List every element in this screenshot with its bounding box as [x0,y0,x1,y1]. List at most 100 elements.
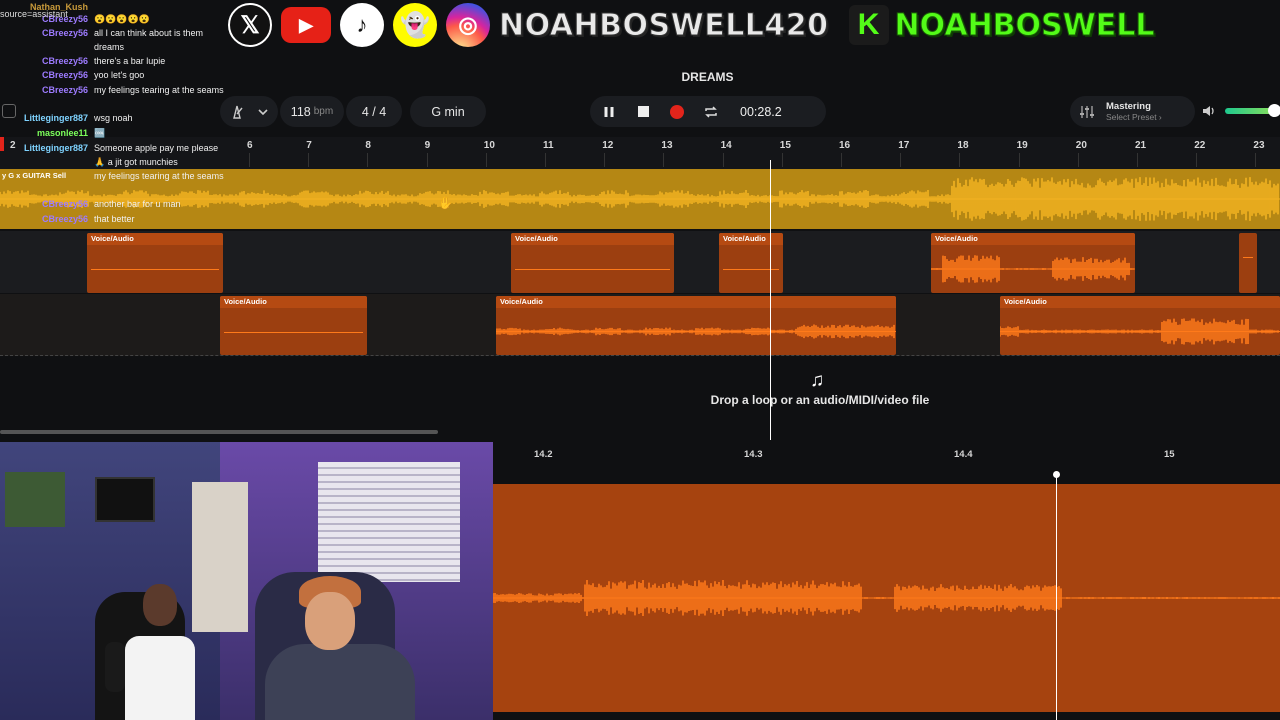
ruler-tick [249,153,250,167]
mastering-preset[interactable]: Select Preset › [1106,112,1162,122]
chat-text [94,0,224,14]
volume-knob[interactable] [1268,104,1280,117]
social-handle: NOAHBOSWELL420 [499,7,829,43]
key-select[interactable]: G min [410,96,486,127]
horizontal-scrollbar[interactable] [0,430,438,434]
waveform [492,580,1280,616]
pause-button[interactable] [592,96,626,127]
track-voice-1[interactable]: Voice/Audio Voice/Audio Voice/Audio Voic… [0,231,1280,293]
ruler-label: 9 [424,140,431,151]
ruler-tick [545,153,546,167]
chat-text: yoo let's goo [94,70,145,80]
streamer-right [265,576,415,720]
playhead[interactable] [770,160,771,440]
sidebar-toggle-icon[interactable] [2,104,16,118]
record-button[interactable] [660,96,694,127]
track-number-badge: 2 [10,140,16,151]
editor-playhead[interactable] [1053,471,1060,720]
audio-clip[interactable]: Voice/Audio [1000,296,1280,355]
timeline-ruler[interactable]: 2 6 7 8 9 10 11 12 13 14 15 16 17 18 19 20 21 22 23 [0,137,1280,169]
ruler-label: 21 [1135,140,1147,151]
ruler-label: 7 [306,140,312,151]
stop-icon [637,106,649,117]
kick-handle: NOAHBOSWELL [894,7,1155,43]
ruler-tick [959,153,961,167]
drop-zone[interactable] [0,358,1280,438]
volume-icon[interactable] [1201,104,1217,118]
track-name-overlay: y G x GUITAR Sell [2,171,67,180]
tempo-unit: bpm [313,106,334,117]
ruler-label: 8 [365,140,371,151]
webcam-feed [0,442,493,720]
chat-message: CBreezy56 yoo let's goo [0,68,224,82]
instagram-icon: ◎ [446,3,490,47]
chat-username: CBreezy56 [41,28,88,38]
youtube-icon: ▶ [281,7,331,43]
ruler-tick [604,153,606,167]
ruler-label: 13 [661,140,673,151]
clip-label: Voice/Audio [220,296,367,308]
tempo-value: 118 [290,104,311,119]
tempo-display[interactable]: 118 bpm [280,96,344,127]
track-color-marker [0,137,4,151]
editor-ruler-label: 14.4 [954,449,973,460]
audio-clip[interactable]: Voice/Audio [511,233,674,293]
editor-ruler-label: 15 [1164,449,1175,460]
tiktok-icon: ♪ [340,3,384,47]
door [192,482,248,632]
editor-clip-waveform[interactable] [492,484,1280,712]
window-blinds [318,462,460,582]
time-signature[interactable]: 4 / 4 [346,96,402,127]
audio-clip[interactable]: Voice/Audio [87,233,223,293]
ruler-tick [426,153,428,167]
project-title[interactable]: DREAMS [640,70,775,84]
kick-icon: K [848,5,889,45]
audio-clip[interactable]: Voice/Audio [220,296,367,355]
chat-message: Littleginger887 wsg noah [0,111,224,125]
ruler-tick [722,153,724,167]
audio-clip[interactable]: Voice/Audio [496,296,896,355]
audio-clip[interactable]: Voice/Audio [719,233,783,293]
loop-icon [705,105,717,118]
editor-ruler-label: 14.2 [534,449,553,460]
chat-text: all I can think about is them dreams [94,28,204,52]
volume-slider[interactable] [1225,104,1280,117]
record-icon [670,104,684,119]
ruler-label: 11 [543,140,554,151]
chat-username: CBreezy56 [41,85,88,95]
loop-button[interactable] [694,96,728,127]
stream-screen: 𝕏 ▶ ♪ 👻 ◎ NOAHBOSWELL420 K NOAHBOSWELL D… [0,0,1280,720]
track-guitar-loop[interactable]: y G x GUITAR Sell ✋ [0,169,1280,229]
editor-ruler[interactable]: 14.2 14.3 14.4 15 [493,442,1280,468]
audio-clip[interactable] [1239,233,1257,293]
music-note-plus-icon: ♫ [810,370,825,391]
chat-text: 😮😮😮😮😮 [94,14,151,24]
ruler-label: 12 [602,140,614,151]
chat-message: CBreezy56 all I can think about is them d… [0,26,224,54]
ruler-label: 10 [483,140,495,151]
streamer-left [125,584,195,720]
ruler-tick [1255,153,1257,167]
stop-button[interactable] [626,96,660,127]
waveform [0,177,1280,221]
tapestry [5,472,65,527]
ruler-tick [485,153,487,167]
mastering-button[interactable]: Mastering Select Preset › [1070,96,1195,127]
track-voice-2[interactable]: Voice/Audio Voice/Audio Voice/Audio [0,294,1280,356]
snapchat-icon: 👻 [393,3,437,47]
ruler-tick [781,153,783,167]
ruler-label: 15 [779,140,791,151]
clip-label: Voice/Audio [511,233,674,245]
audio-clip[interactable]: Voice/Audio [931,233,1135,293]
ruler-label: 18 [957,140,969,151]
waveform [931,255,1135,283]
mastering-label: Mastering [1106,101,1151,112]
metronome-button[interactable] [220,96,278,127]
clip-label: Voice/Audio [87,233,223,245]
waveform [1000,318,1280,345]
clip-editor[interactable]: 14.2 14.3 14.4 15 [492,442,1280,720]
tv-screen [95,477,155,522]
ruler-tick [367,153,369,167]
waveform [496,324,896,339]
chat-message: CBreezy56 my feelings tearing at the seam… [0,83,224,97]
